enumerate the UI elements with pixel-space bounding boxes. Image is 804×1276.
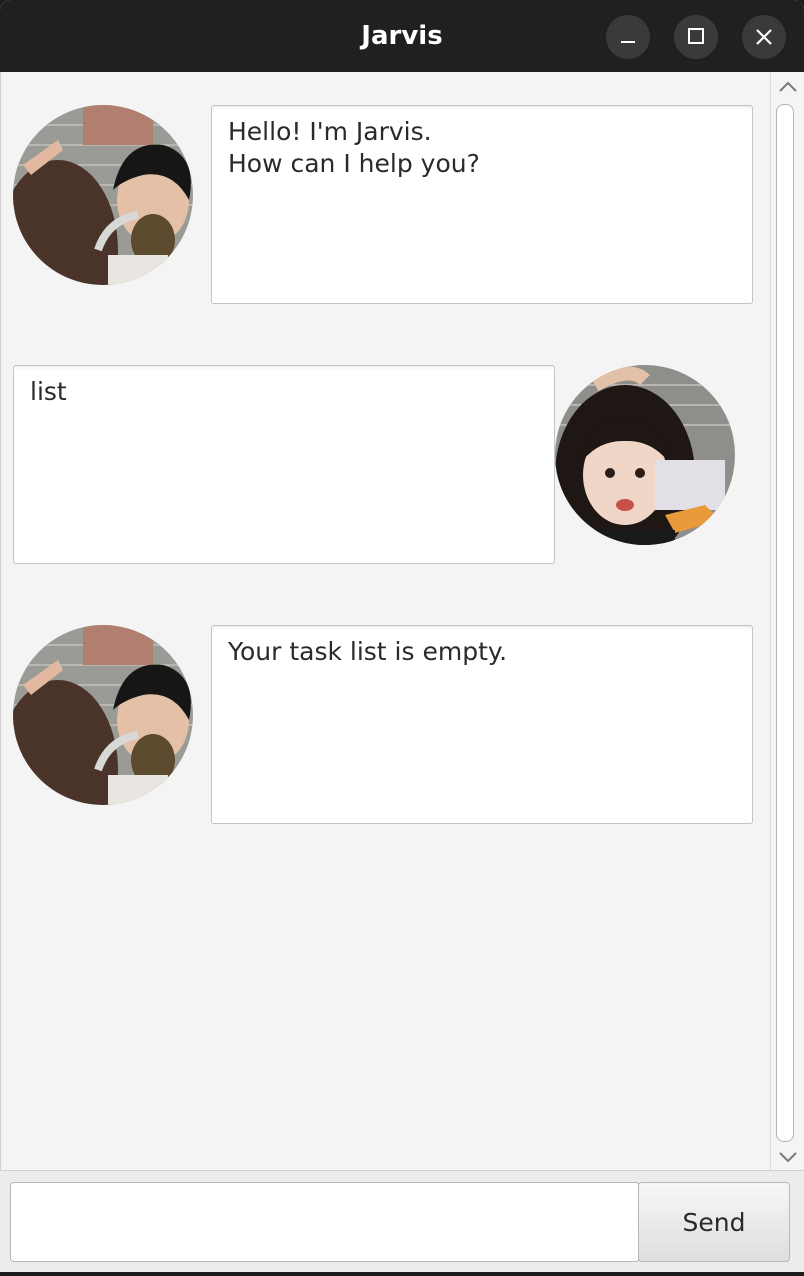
- maximize-icon: [688, 28, 704, 44]
- scroll-up-arrow-icon[interactable]: [773, 76, 803, 98]
- jarvis-message-bubble: Your task list is empty.: [211, 625, 753, 824]
- title-bar[interactable]: Jarvis: [0, 0, 804, 72]
- jarvis-message-bubble: Hello! I'm Jarvis. How can I help you?: [211, 105, 753, 304]
- scroll-down-arrow-icon[interactable]: [773, 1146, 803, 1168]
- send-button[interactable]: Send: [638, 1182, 790, 1262]
- jarvis-avatar: [13, 625, 193, 805]
- message-input[interactable]: [10, 1182, 640, 1262]
- user-message-bubble: list: [13, 365, 555, 564]
- minimize-icon: [621, 41, 635, 43]
- scrollbar-thumb[interactable]: [776, 104, 794, 1142]
- jarvis-avatar: [13, 105, 193, 285]
- input-bar: Send: [0, 1170, 804, 1272]
- close-button[interactable]: [742, 15, 786, 59]
- close-icon: [756, 29, 772, 45]
- minimize-button[interactable]: [606, 15, 650, 59]
- app-window: Jarvis Hello! I'm Jarvis. How can I help…: [0, 0, 804, 1272]
- user-avatar: [555, 365, 735, 545]
- vertical-scrollbar[interactable]: [770, 72, 804, 1170]
- maximize-button[interactable]: [674, 15, 718, 59]
- dialog-container[interactable]: Hello! I'm Jarvis. How can I help you? l…: [0, 72, 771, 1170]
